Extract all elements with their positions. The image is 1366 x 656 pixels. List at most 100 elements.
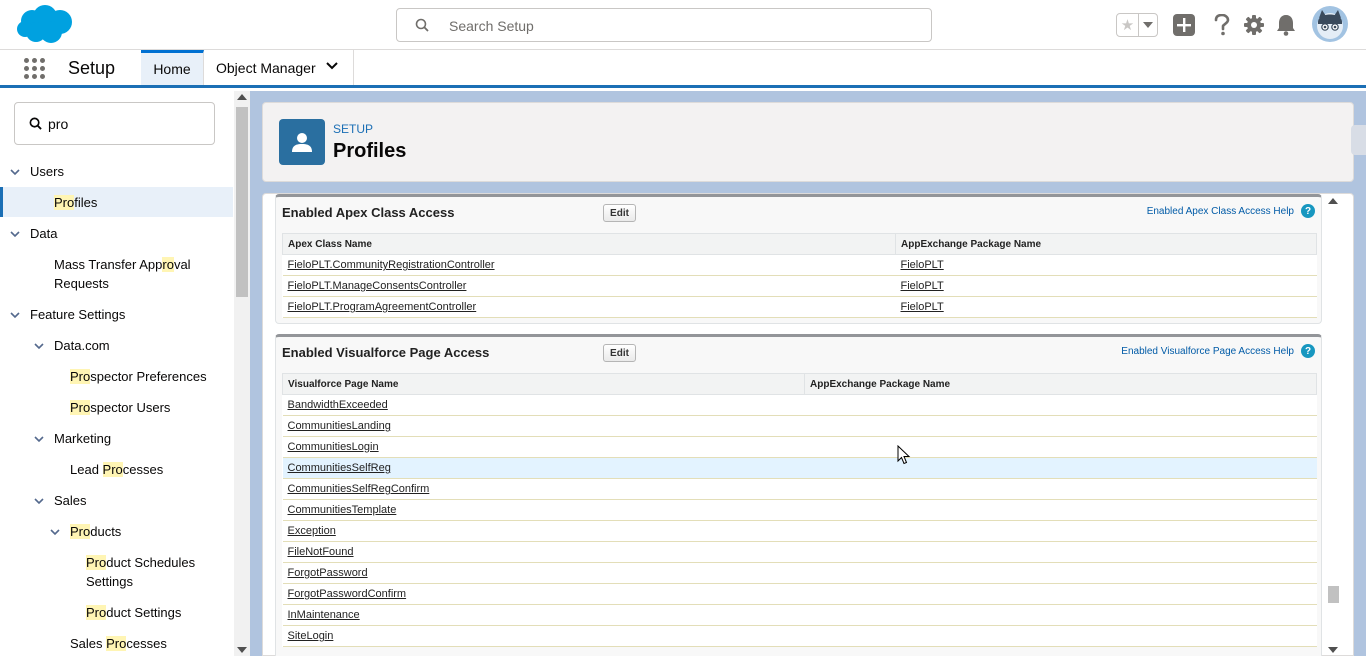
app-launcher-icon[interactable] bbox=[24, 58, 46, 80]
apex-class-link[interactable]: FieloPLT.ManageConsentsController bbox=[282, 275, 896, 297]
notifications-button[interactable] bbox=[1274, 13, 1298, 37]
visualforce-help-link[interactable]: Enabled Visualforce Page Access Help bbox=[1121, 346, 1294, 357]
sidebar-item-label: Users bbox=[30, 164, 64, 179]
chevron-down-icon[interactable] bbox=[33, 495, 45, 507]
visualforce-page-link[interactable]: ForgotPassword bbox=[282, 562, 805, 584]
visualforce-page-link[interactable]: CommunitiesSelfRegConfirm bbox=[282, 478, 805, 500]
chevron-down-icon[interactable] bbox=[33, 433, 45, 445]
search-icon bbox=[29, 117, 42, 130]
table-row: FieloPLT.CommunityRegistrationController… bbox=[282, 254, 1317, 276]
sidebar-scrollbar[interactable] bbox=[234, 91, 250, 656]
sidebar-item-profiles[interactable]: Profiles bbox=[0, 193, 230, 213]
chevron-down-icon[interactable] bbox=[9, 228, 21, 240]
apex-class-access-section: Enabled Apex Class Access Edit Enabled A… bbox=[275, 194, 1322, 324]
section-title: Enabled Apex Class Access bbox=[282, 205, 455, 220]
visualforce-page-link[interactable]: CommunitiesLanding bbox=[282, 415, 805, 437]
sidebar-item-prospector-users[interactable]: Prospector Users bbox=[0, 398, 230, 418]
favorites-group: ★ bbox=[1116, 13, 1158, 37]
package-cell bbox=[804, 499, 1317, 521]
sidebar-item-marketing[interactable]: Marketing bbox=[0, 429, 230, 449]
setup-button[interactable] bbox=[1242, 13, 1266, 37]
profile-detail-panel: Enabled Apex Class Access Edit Enabled A… bbox=[262, 193, 1354, 656]
sidebar-item-mass-transfer-approval-requests[interactable]: Mass Transfer Approval Requests bbox=[0, 255, 230, 295]
sidebar-item-label: Sales bbox=[54, 493, 87, 508]
chevron-down-icon[interactable] bbox=[33, 340, 45, 352]
visualforce-page-link[interactable]: CommunitiesSelfReg bbox=[282, 457, 805, 479]
sidebar-item-product-schedules-settings[interactable]: Product Schedules Settings bbox=[0, 553, 230, 593]
favorites-star-icon[interactable]: ★ bbox=[1117, 14, 1139, 36]
sidebar-item-label: Data.com bbox=[54, 338, 110, 353]
sidebar-item-sales-processes[interactable]: Sales Processes bbox=[0, 634, 230, 654]
apex-edit-button[interactable]: Edit bbox=[603, 204, 636, 222]
table-header-row: Apex Class Name AppExchange Package Name bbox=[282, 233, 1317, 255]
table-row: ForgotPasswordConfirm bbox=[282, 583, 1317, 605]
sidebar-item-label: Prospector Preferences bbox=[70, 369, 207, 384]
page-title: Profiles bbox=[333, 140, 407, 162]
visualforce-page-link[interactable]: InMaintenance bbox=[282, 604, 805, 626]
apex-class-link[interactable]: FieloPLT.ProgramAgreementController bbox=[282, 296, 896, 318]
tab-object-manager[interactable]: Object Manager bbox=[204, 50, 354, 85]
profile-detail-scroll-area: Enabled Apex Class Access Edit Enabled A… bbox=[275, 194, 1322, 656]
chevron-down-icon[interactable] bbox=[9, 309, 21, 321]
scroll-down-icon[interactable] bbox=[237, 647, 247, 653]
favorites-dropdown-button[interactable] bbox=[1139, 14, 1157, 36]
scroll-up-icon[interactable] bbox=[237, 94, 247, 100]
chevron-down-icon[interactable] bbox=[326, 62, 338, 70]
sidebar-item-label: Feature Settings bbox=[30, 307, 126, 322]
help-button[interactable] bbox=[1210, 13, 1234, 37]
sidebar-item-products[interactable]: Products bbox=[0, 522, 230, 542]
sidebar-item-label: Sales Processes bbox=[70, 636, 167, 651]
sidebar-item-feature-settings[interactable]: Feature Settings bbox=[0, 305, 230, 325]
sidebar-item-lead-processes[interactable]: Lead Processes bbox=[0, 460, 230, 480]
visualforce-page-link[interactable]: SiteLogin bbox=[282, 625, 805, 647]
column-header-package-name[interactable]: AppExchange Package Name bbox=[804, 373, 1317, 395]
visualforce-page-link[interactable]: CommunitiesTemplate bbox=[282, 499, 805, 521]
column-header-apex-class-name[interactable]: Apex Class Name bbox=[282, 233, 896, 255]
apex-help-link[interactable]: Enabled Apex Class Access Help bbox=[1147, 206, 1294, 217]
search-setup-input[interactable]: Search Setup bbox=[396, 8, 932, 42]
column-header-visualforce-page-name[interactable]: Visualforce Page Name bbox=[282, 373, 805, 395]
content-scrollbar-thumb[interactable] bbox=[1328, 586, 1339, 603]
user-avatar[interactable] bbox=[1312, 6, 1348, 42]
visualforce-page-link[interactable]: ForgotPasswordConfirm bbox=[282, 583, 805, 605]
sidebar-item-label: Products bbox=[70, 524, 122, 539]
scroll-up-icon[interactable] bbox=[1328, 198, 1338, 204]
sidebar-item-data[interactable]: Data bbox=[0, 224, 230, 244]
package-link[interactable]: FieloPLT bbox=[895, 296, 1317, 318]
quick-find-value: pro bbox=[48, 116, 69, 132]
chevron-down-icon[interactable] bbox=[49, 526, 61, 538]
package-cell bbox=[804, 520, 1317, 542]
sidebar-item-sales[interactable]: Sales bbox=[0, 491, 230, 511]
scroll-down-icon[interactable] bbox=[1328, 647, 1338, 653]
sidebar-item-data-com[interactable]: Data.com bbox=[0, 336, 230, 356]
content-scrollbar[interactable] bbox=[1325, 194, 1341, 656]
tab-home[interactable]: Home bbox=[141, 50, 204, 85]
chevron-down-icon[interactable] bbox=[9, 166, 21, 178]
visualforce-page-link[interactable]: BandwidthExceeded bbox=[282, 394, 805, 416]
package-cell bbox=[804, 625, 1317, 647]
package-link[interactable]: FieloPLT bbox=[895, 275, 1317, 297]
apex-class-link[interactable]: FieloPLT.CommunityRegistrationController bbox=[282, 254, 896, 276]
salesforce-cloud-logo[interactable] bbox=[16, 5, 74, 45]
side-panel-toggle[interactable] bbox=[1351, 125, 1366, 155]
visualforce-edit-button[interactable]: Edit bbox=[603, 344, 636, 362]
breadcrumb[interactable]: SETUP bbox=[333, 122, 373, 136]
sidebar-item-prospector-preferences[interactable]: Prospector Preferences bbox=[0, 367, 230, 387]
sidebar-item-label: Prospector Users bbox=[70, 400, 171, 415]
sidebar-item-label: Product Schedules bbox=[86, 555, 196, 570]
quick-find-input[interactable]: pro bbox=[14, 102, 215, 145]
table-header-row: Visualforce Page Name AppExchange Packag… bbox=[282, 373, 1317, 395]
global-actions-button[interactable] bbox=[1172, 13, 1196, 37]
sidebar-scrollbar-thumb[interactable] bbox=[236, 107, 248, 297]
visualforce-page-link[interactable]: Exception bbox=[282, 520, 805, 542]
help-icon bbox=[1214, 14, 1230, 36]
package-link[interactable]: FieloPLT bbox=[895, 254, 1317, 276]
sidebar-item-users[interactable]: Users bbox=[0, 162, 230, 182]
help-icon[interactable]: ? bbox=[1301, 344, 1315, 358]
main-content: SETUP Profiles Enabled Apex Class Access… bbox=[250, 91, 1366, 656]
sidebar-item-product-settings[interactable]: Product Settings bbox=[0, 603, 230, 623]
visualforce-page-link[interactable]: CommunitiesLogin bbox=[282, 436, 805, 458]
visualforce-page-link[interactable]: FileNotFound bbox=[282, 541, 805, 563]
help-icon[interactable]: ? bbox=[1301, 204, 1315, 218]
column-header-package-name[interactable]: AppExchange Package Name bbox=[895, 233, 1317, 255]
